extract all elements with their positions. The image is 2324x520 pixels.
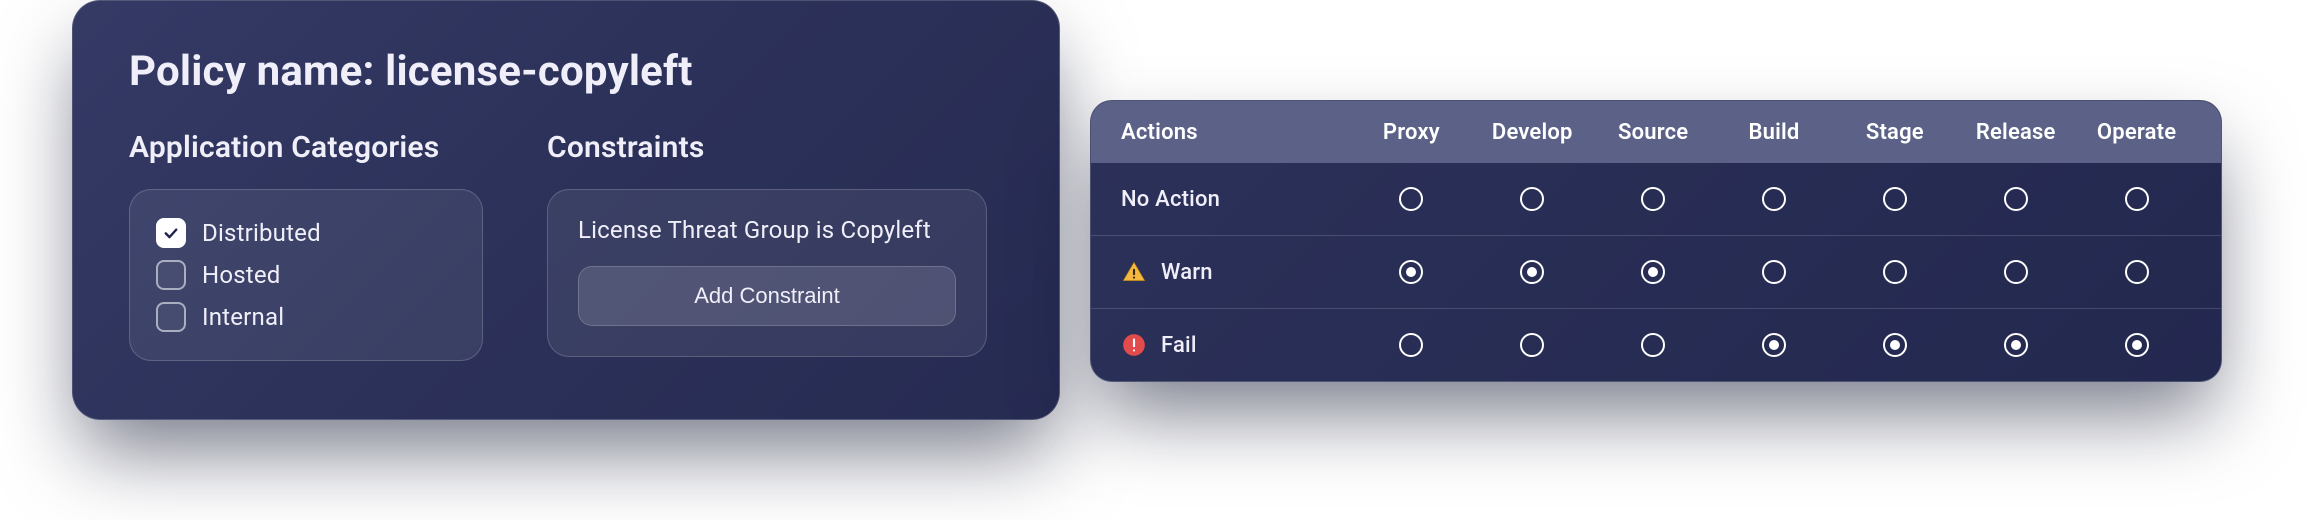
radio-icon[interactable]: [1641, 187, 1665, 211]
actions-header: ActionsProxyDevelopSourceBuildStageRelea…: [1091, 101, 2221, 163]
category-row[interactable]: Hosted: [156, 254, 456, 296]
radio-icon[interactable]: [1520, 333, 1544, 357]
actions-row-label-text: No Action: [1121, 187, 1220, 212]
radio-icon[interactable]: [1762, 187, 1786, 211]
categories-section: Application Categories Distributed Hosted…: [129, 130, 483, 361]
radio-icon[interactable]: [1399, 187, 1423, 211]
radio-cell[interactable]: [2076, 187, 2197, 211]
radio-cell[interactable]: [1351, 187, 1472, 211]
radio-icon[interactable]: [1641, 333, 1665, 357]
add-constraint-button[interactable]: Add Constraint: [578, 266, 956, 326]
radio-icon[interactable]: [2004, 333, 2028, 357]
radio-cell[interactable]: [1834, 333, 1955, 357]
stage-column-header: Develop: [1472, 120, 1593, 145]
radio-cell[interactable]: [1834, 260, 1955, 284]
radio-icon[interactable]: [2125, 333, 2149, 357]
policy-body: Application Categories Distributed Hosted…: [129, 130, 1007, 361]
actions-card: ActionsProxyDevelopSourceBuildStageRelea…: [1090, 100, 2222, 382]
radio-icon[interactable]: [2004, 187, 2028, 211]
radio-icon[interactable]: [1641, 260, 1665, 284]
radio-cell[interactable]: [2076, 333, 2197, 357]
constraints-heading: Constraints: [547, 130, 987, 165]
radio-icon[interactable]: [1762, 260, 1786, 284]
radio-icon[interactable]: [1520, 260, 1544, 284]
stage-column-header: Release: [1955, 120, 2076, 145]
fail-icon: [1121, 332, 1147, 358]
radio-icon[interactable]: [2125, 260, 2149, 284]
actions-row-label: Warn: [1121, 259, 1351, 285]
radio-icon[interactable]: [1762, 333, 1786, 357]
category-row[interactable]: Distributed: [156, 212, 456, 254]
actions-row: No Action: [1091, 163, 2221, 235]
radio-cell[interactable]: [1472, 187, 1593, 211]
category-label: Distributed: [202, 219, 321, 247]
warning-icon: [1121, 259, 1147, 285]
stage-column-header: Operate: [2076, 120, 2197, 145]
actions-column-header: Actions: [1121, 120, 1351, 145]
category-row[interactable]: Internal: [156, 296, 456, 338]
radio-icon[interactable]: [1883, 333, 1907, 357]
category-label: Hosted: [202, 261, 281, 289]
radio-cell[interactable]: [1593, 260, 1714, 284]
stage-column-header: Build: [1714, 120, 1835, 145]
actions-row-label-text: Warn: [1161, 260, 1213, 285]
radio-cell[interactable]: [1351, 333, 1472, 357]
radio-icon[interactable]: [1399, 260, 1423, 284]
radio-icon[interactable]: [1520, 187, 1544, 211]
actions-row: Fail: [1091, 308, 2221, 381]
categories-heading: Application Categories: [129, 130, 483, 165]
actions-body: No Action Warn Fail: [1091, 163, 2221, 381]
radio-cell[interactable]: [1472, 260, 1593, 284]
radio-cell[interactable]: [1834, 187, 1955, 211]
policy-card: Policy name: license-copyleft Applicatio…: [72, 0, 1060, 420]
stage-column-header: Source: [1593, 120, 1714, 145]
constraints-section: Constraints License Threat Group is Copy…: [547, 130, 987, 361]
actions-row-label-text: Fail: [1161, 333, 1197, 358]
stage-column-header: Stage: [1834, 120, 1955, 145]
stage-column-header: Proxy: [1351, 120, 1472, 145]
radio-cell[interactable]: [1593, 187, 1714, 211]
checkbox-icon[interactable]: [156, 260, 186, 290]
radio-cell[interactable]: [1955, 260, 2076, 284]
radio-cell[interactable]: [1714, 187, 1835, 211]
constraints-box: License Threat Group is Copyleft Add Con…: [547, 189, 987, 357]
constraint-text: License Threat Group is Copyleft: [578, 216, 956, 244]
radio-cell[interactable]: [1714, 260, 1835, 284]
radio-cell[interactable]: [1593, 333, 1714, 357]
actions-row: Warn: [1091, 235, 2221, 308]
categories-box: Distributed Hosted Internal: [129, 189, 483, 361]
checkbox-icon[interactable]: [156, 302, 186, 332]
radio-cell[interactable]: [2076, 260, 2197, 284]
radio-icon[interactable]: [1399, 333, 1423, 357]
radio-icon[interactable]: [1883, 187, 1907, 211]
actions-row-label: No Action: [1121, 187, 1351, 212]
radio-icon[interactable]: [1883, 260, 1907, 284]
radio-cell[interactable]: [1714, 333, 1835, 357]
radio-cell[interactable]: [1955, 187, 2076, 211]
radio-icon[interactable]: [2125, 187, 2149, 211]
checkbox-icon[interactable]: [156, 218, 186, 248]
actions-row-label: Fail: [1121, 332, 1351, 358]
category-label: Internal: [202, 303, 284, 331]
radio-icon[interactable]: [2004, 260, 2028, 284]
radio-cell[interactable]: [1955, 333, 2076, 357]
radio-cell[interactable]: [1472, 333, 1593, 357]
radio-cell[interactable]: [1351, 260, 1472, 284]
policy-title: Policy name: license-copyleft: [129, 47, 1007, 96]
